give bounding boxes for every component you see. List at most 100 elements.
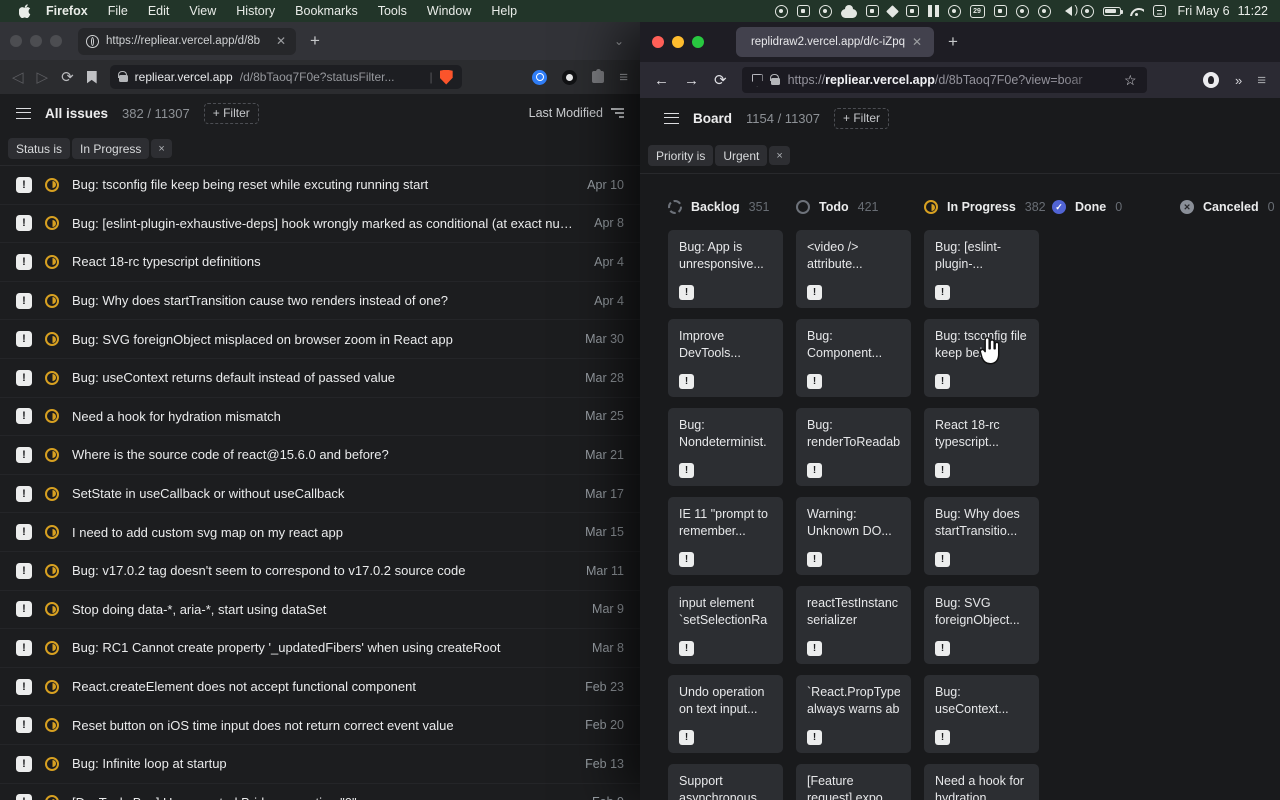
issue-card[interactable]: Bug: App is unresponsive...! [668, 230, 783, 308]
extensions-puzzle-icon[interactable] [592, 71, 604, 83]
sidebar-toggle-icon[interactable] [16, 108, 31, 119]
battery-icon[interactable] [1103, 7, 1121, 16]
right-url-bar[interactable]: https:// repliear.vercel.app /d/8bTaoq7F… [742, 67, 1147, 93]
menu-edit[interactable]: Edit [138, 0, 180, 22]
issue-row[interactable]: !Bug: useContext returns default instead… [0, 359, 640, 398]
play-icon[interactable] [1038, 5, 1051, 18]
priority-filter-chip[interactable]: Priority is Urgent × [648, 145, 790, 166]
issue-card[interactable]: <video /> attribute...! [796, 230, 911, 308]
reload-button[interactable]: ⟳ [714, 71, 727, 89]
issue-card[interactable]: Bug: Why does startTransitio...! [924, 497, 1039, 575]
issue-card[interactable]: IE 11 "prompt to remember...! [668, 497, 783, 575]
calendar-icon[interactable]: 29 [970, 5, 985, 18]
issue-row[interactable]: !Bug: [eslint-plugin-exhaustive-deps] ho… [0, 205, 640, 244]
blocker-icon[interactable] [948, 5, 961, 18]
issue-row[interactable]: !Bug: Why does startTransition cause two… [0, 282, 640, 321]
issue-card[interactable]: Bug: Component...! [796, 319, 911, 397]
tab-close-icon[interactable]: ✕ [910, 35, 924, 49]
browser-menu-icon[interactable]: ≡ [619, 69, 628, 86]
right-traffic-lights[interactable] [652, 36, 704, 48]
filter-remove-icon[interactable]: × [769, 146, 789, 165]
issue-row[interactable]: !Stop doing data-*, aria-*, start using … [0, 591, 640, 630]
issue-row[interactable]: !Bug: RC1 Cannot create property '_updat… [0, 629, 640, 668]
record-icon[interactable] [775, 5, 788, 18]
issue-card[interactable]: Bug: SVG foreignObject...! [924, 586, 1039, 664]
cloud-icon[interactable] [841, 9, 857, 18]
onepassword-icon[interactable] [1203, 72, 1219, 88]
brave-shield-icon[interactable] [440, 70, 453, 85]
control-center-icon[interactable] [1153, 5, 1166, 17]
left-traffic-lights[interactable] [10, 35, 62, 47]
extension-circle-icon[interactable] [562, 70, 577, 85]
issue-row[interactable]: !Need a hook for hydration mismatchMar 2… [0, 398, 640, 437]
issue-card[interactable]: Support asynchronous...! [668, 764, 783, 800]
issue-card[interactable]: Warning: Unknown DO...! [796, 497, 911, 575]
right-active-tab[interactable]: replidraw2.vercel.app/d/c-iZpq ✕ [736, 27, 934, 57]
share-icon[interactable] [994, 5, 1007, 17]
power-icon[interactable] [1016, 5, 1029, 18]
blocks-icon[interactable] [928, 5, 939, 17]
volume-icon[interactable] [1060, 6, 1072, 16]
issue-row[interactable]: !React 18-rc typescript definitionsApr 4 [0, 243, 640, 282]
back-button[interactable]: ← [654, 72, 669, 89]
camera-icon[interactable] [797, 5, 810, 17]
issue-card[interactable]: Undo operation on text input...! [668, 675, 783, 753]
bookmark-star-icon[interactable]: ☆ [1124, 72, 1137, 89]
back-button[interactable]: ◁ [12, 70, 24, 85]
issue-row[interactable]: !SetState in useCallback or without useC… [0, 475, 640, 514]
browser-menu-icon[interactable]: ≡ [1257, 72, 1266, 89]
forward-button[interactable]: → [684, 72, 699, 89]
issue-card[interactable]: Need a hook for hydration...! [924, 764, 1039, 800]
issue-row[interactable]: ![DevTools Bug] Unsupported Bridge opera… [0, 784, 640, 800]
issue-row[interactable]: !Where is the source code of react@15.6.… [0, 436, 640, 475]
issue-row[interactable]: !I need to add custom svg map on my reac… [0, 513, 640, 552]
sidebar-toggle-icon[interactable] [664, 113, 679, 124]
dropbox-icon[interactable] [886, 5, 899, 18]
issue-card[interactable]: `React.PropType always warns ab! [796, 675, 911, 753]
tracking-shield-icon[interactable] [752, 74, 763, 87]
reload-button[interactable]: ⟳ [61, 70, 74, 85]
new-tab-button[interactable]: + [310, 31, 320, 51]
issue-card[interactable]: [Feature request] expo...! [796, 764, 911, 800]
left-url-bar[interactable]: repliear.vercel.app /d/8bTaoq7F0e?status… [110, 65, 462, 89]
docker-icon[interactable] [866, 5, 879, 17]
issue-card[interactable]: Bug: useContext...! [924, 675, 1039, 753]
add-filter-button[interactable]: + Filter [834, 108, 889, 129]
menu-view[interactable]: View [179, 0, 226, 22]
left-active-tab[interactable]: https://repliear.vercel.app/d/8b ✕ [78, 28, 296, 55]
issue-card[interactable]: Bug: renderToReadab! [796, 408, 911, 486]
add-filter-button[interactable]: + Filter [204, 103, 259, 124]
menu-help[interactable]: Help [481, 0, 527, 22]
tab-close-icon[interactable]: ✕ [274, 34, 288, 48]
status-filter-chip[interactable]: Status is In Progress × [8, 138, 172, 159]
onepassword-icon[interactable] [532, 70, 547, 85]
menu-history[interactable]: History [226, 0, 285, 22]
issue-card[interactable]: reactTestInstanc serializer! [796, 586, 911, 664]
forward-button[interactable]: ▷ [37, 70, 49, 85]
filter-remove-icon[interactable]: × [151, 139, 171, 158]
issue-card[interactable]: Bug: tsconfig file keep bein...! [924, 319, 1039, 397]
sync-icon[interactable] [819, 5, 832, 18]
bookmark-icon[interactable] [87, 71, 97, 84]
menu-bookmarks[interactable]: Bookmarks [285, 0, 368, 22]
sort-control[interactable]: Last Modified [529, 106, 624, 120]
issue-card[interactable]: Improve DevTools...! [668, 319, 783, 397]
wifi-icon[interactable] [1130, 8, 1144, 16]
new-tab-button[interactable]: + [948, 32, 958, 52]
issue-row[interactable]: !React.createElement does not accept fun… [0, 668, 640, 707]
menu-app-name[interactable]: Firefox [36, 0, 98, 22]
issue-card[interactable]: input element `setSelectionRa! [668, 586, 783, 664]
assistant-icon[interactable] [1081, 5, 1094, 18]
issue-card[interactable]: Bug: Nondeterminist.! [668, 408, 783, 486]
menu-tools[interactable]: Tools [368, 0, 417, 22]
menu-window[interactable]: Window [417, 0, 481, 22]
issue-row[interactable]: !Bug: Infinite loop at startupFeb 13 [0, 745, 640, 784]
issue-row[interactable]: !Reset button on iOS time input does not… [0, 706, 640, 745]
toolbar-overflow-icon[interactable]: » [1235, 73, 1241, 88]
issue-row[interactable]: !Bug: v17.0.2 tag doesn't seem to corres… [0, 552, 640, 591]
issue-row[interactable]: !Bug: tsconfig file keep being reset whi… [0, 166, 640, 205]
issue-card[interactable]: React 18-rc typescript...! [924, 408, 1039, 486]
shield-app-icon[interactable] [906, 5, 919, 17]
apple-menu-icon[interactable] [14, 4, 36, 18]
issue-row[interactable]: !Bug: SVG foreignObject misplaced on bro… [0, 320, 640, 359]
